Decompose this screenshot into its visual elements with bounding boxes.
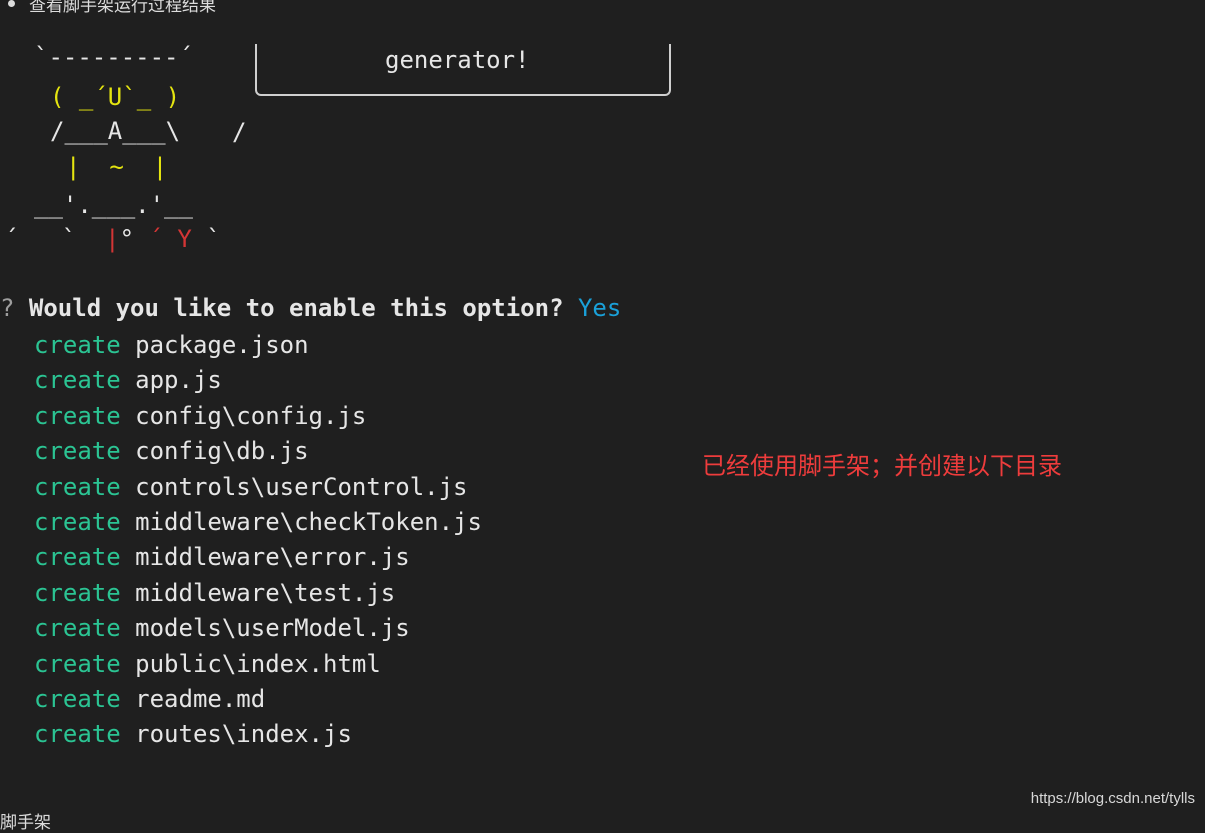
file-action: create [34, 614, 121, 643]
file-action: create [34, 472, 121, 501]
file-action: create [34, 720, 121, 749]
file-action: create [34, 331, 121, 359]
ascii-art-line-6: ´ ` |° ´ Y ` [4, 226, 221, 252]
file-path: public\index.html [135, 649, 381, 678]
watermark-link[interactable]: https://blog.csdn.net/tylls [1031, 790, 1195, 807]
heading-text: 查看脚手架运行过程结果 [29, 0, 216, 16]
created-files-list: create package.json create app.js create… [34, 328, 482, 753]
prompt-mark: ? [0, 294, 15, 322]
annotation-note: 已经使用脚手架；并创建以下目录 [702, 452, 1062, 480]
ascii-art-line-6-suffix: ` [191, 225, 221, 253]
file-row: create config\db.js [34, 434, 482, 469]
file-row: create middleware\checkToken.js [34, 505, 482, 540]
file-row: create controls\userControl.js [34, 470, 482, 505]
ascii-art-line-5-text: __'.___.'__ [34, 191, 193, 219]
file-row: create config\config.js [34, 399, 482, 434]
file-action: create [34, 578, 121, 607]
file-action: create [34, 366, 121, 395]
ascii-art-line-6-red: ´ Y [148, 225, 192, 253]
prompt-line: ? Would you like to enable this option? … [0, 294, 621, 322]
file-path: config\config.js [135, 401, 367, 430]
bullet-dot-icon [8, 0, 15, 7]
ascii-art-line-2: ( _´U`_ ) [50, 83, 181, 111]
file-action: create [34, 437, 121, 466]
file-row: create models\userModel.js [34, 611, 482, 646]
ascii-art-line-6-bar: | [105, 225, 120, 253]
file-row: create routes\index.js [34, 717, 482, 752]
file-action: create [34, 543, 121, 572]
file-row: create middleware\test.js [34, 576, 482, 611]
file-path: readme.md [135, 684, 266, 713]
prompt-question: Would you like to enable this option? [28, 294, 564, 322]
file-path: package.json [135, 331, 309, 359]
heading-bullet-line: 查看脚手架运行过程结果 [8, 0, 216, 16]
prompt-answer: Yes [577, 294, 622, 322]
file-row: create readme.md [34, 682, 482, 717]
file-path: middleware\test.js [135, 578, 396, 607]
file-path: models\userModel.js [135, 614, 410, 643]
ascii-art-line-6-mid: ° [119, 225, 149, 253]
file-action: create [34, 684, 121, 713]
file-action: create [34, 649, 121, 678]
ascii-art-line-1: `---------´ [34, 43, 193, 71]
file-path: config\db.js [135, 437, 309, 466]
speech-bubble-text: generator! [385, 46, 530, 74]
file-path: app.js [135, 366, 222, 395]
file-path: middleware\error.js [135, 543, 410, 572]
file-row: create package.json [34, 328, 482, 363]
file-path: controls\userControl.js [135, 472, 468, 501]
ascii-art-line-3: /___A___\ [50, 117, 181, 145]
ascii-art-speech-slash: / [232, 118, 247, 146]
file-path: middleware\checkToken.js [135, 507, 482, 536]
ascii-art-line-6-prefix: ´ ` [4, 225, 106, 253]
file-action: create [34, 507, 121, 536]
file-row: create app.js [34, 363, 482, 398]
file-path: routes\index.js [135, 720, 352, 749]
file-row: create public\index.html [34, 647, 482, 682]
file-row: create middleware\error.js [34, 540, 482, 575]
footer-text: 脚手架 [0, 813, 51, 833]
file-action: create [34, 401, 121, 430]
ascii-art-line-4: | ~ | [66, 153, 168, 181]
ascii-art-line-5: __'.___.'__ [34, 192, 193, 218]
